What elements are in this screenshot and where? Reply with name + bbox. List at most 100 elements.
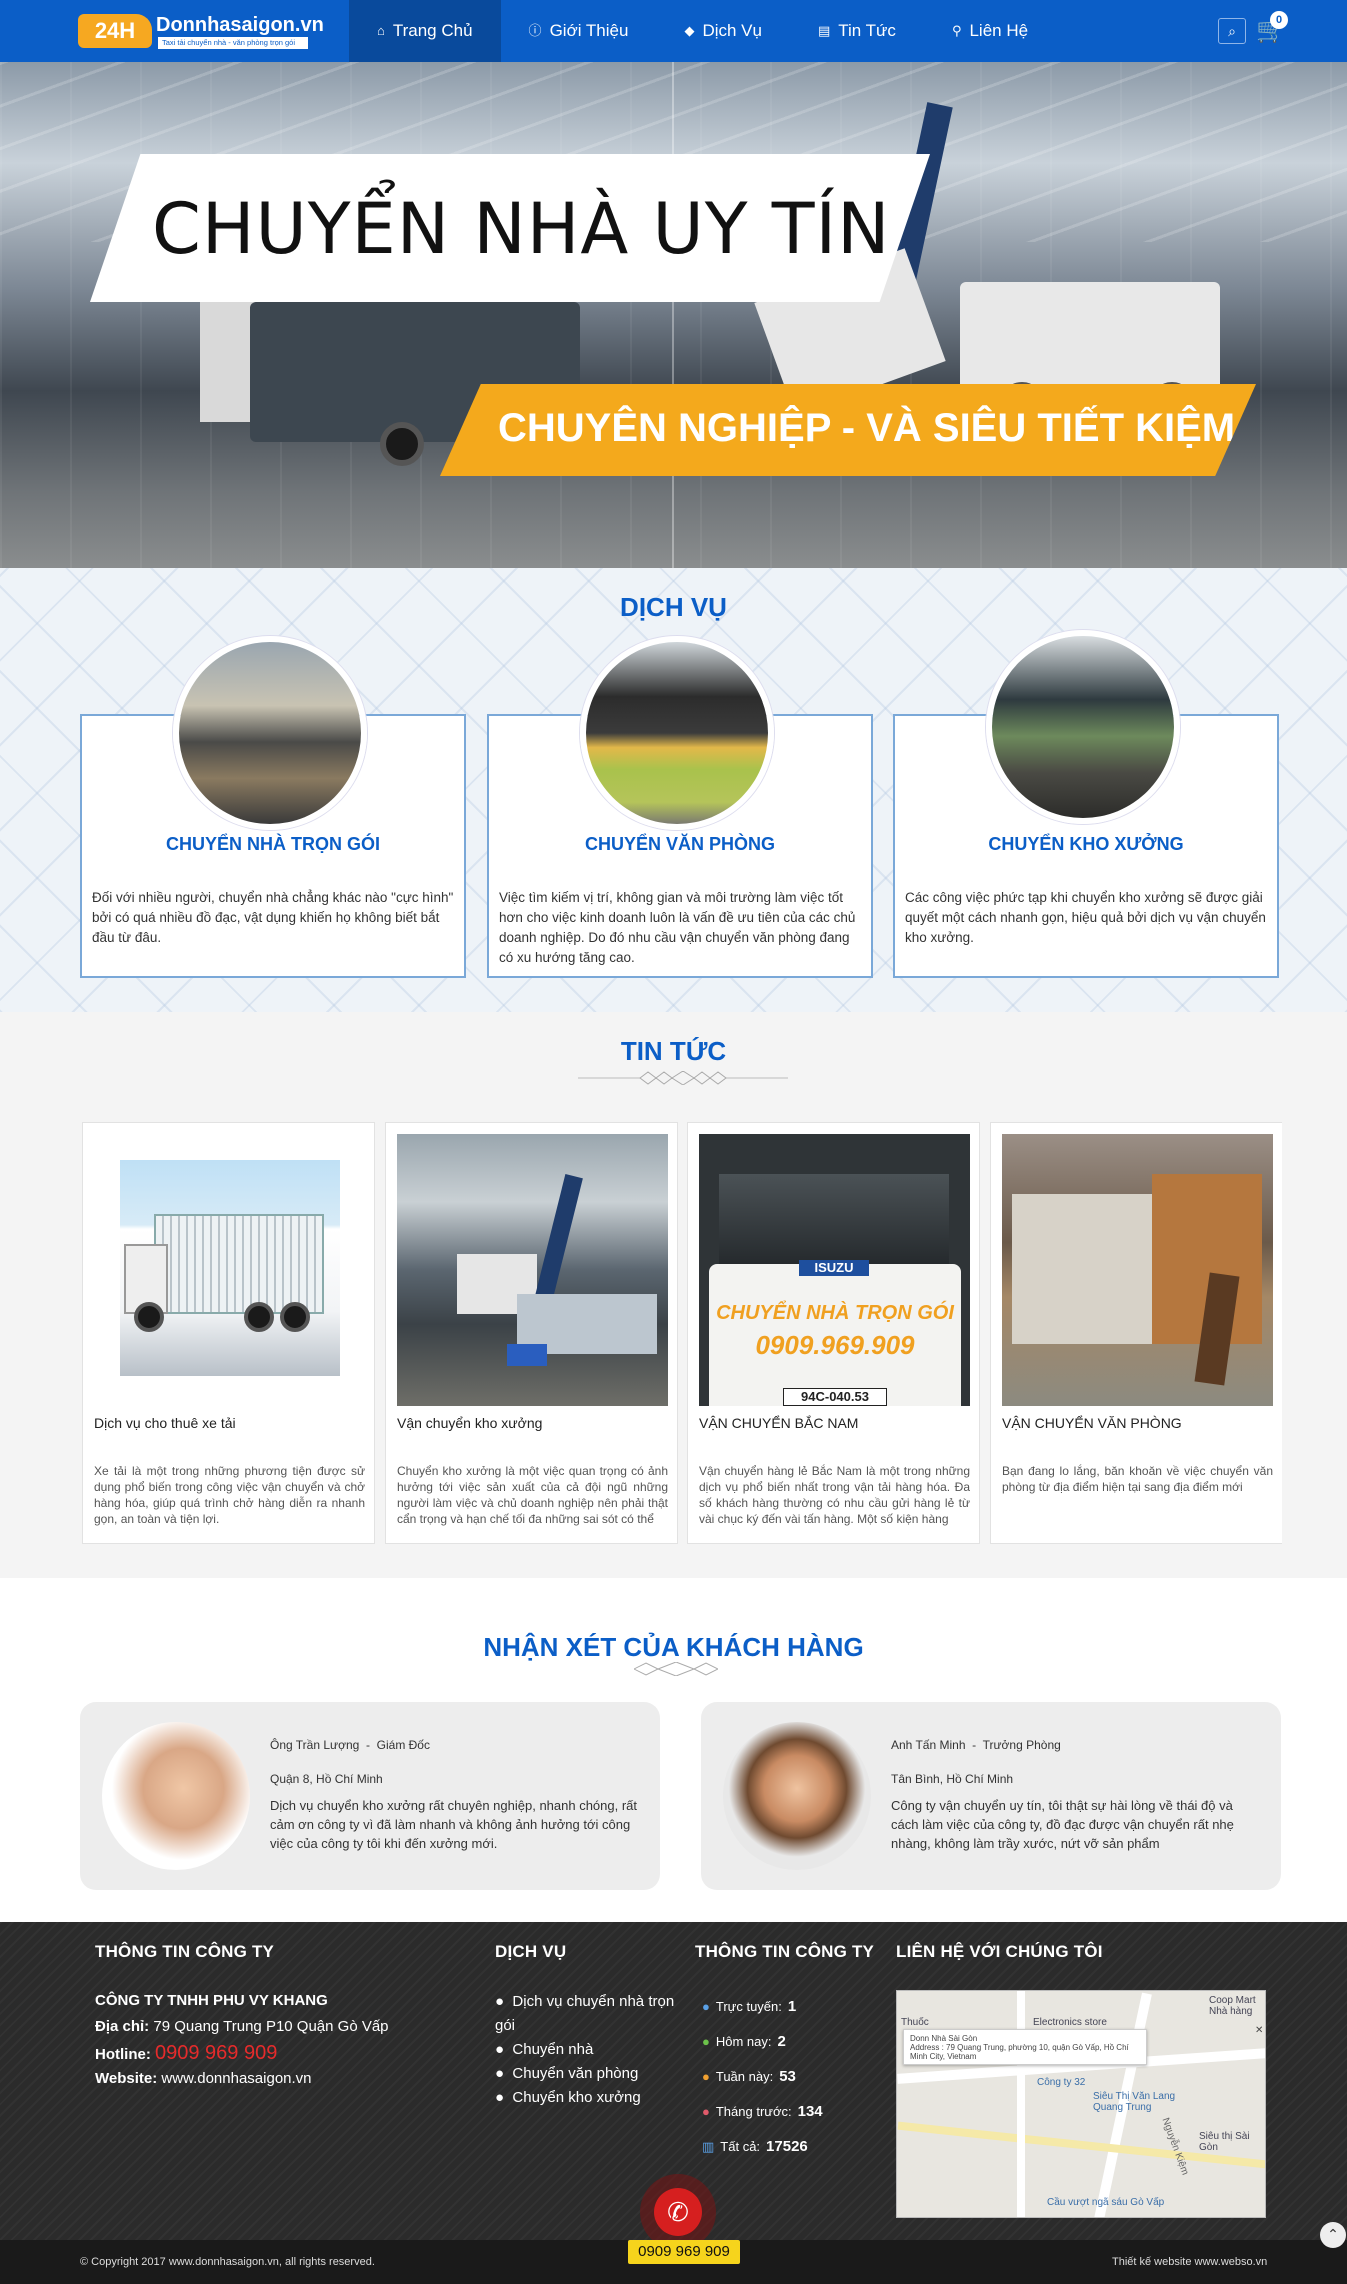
chevron-up-icon: ⌃ [1327, 2226, 1339, 2242]
tag-icon: ◆ [684, 23, 695, 38]
news-item-desc: Xe tải là một trong những phương tiện đư… [94, 1464, 365, 1526]
footer-service-link[interactable]: ● Dịch vụ chuyển nhà trọn gói [495, 1990, 675, 2038]
section-divider [634, 1662, 718, 1676]
service-card[interactable]: CHUYỂN VĂN PHÒNG Việc tìm kiếm vị trí, k… [487, 636, 873, 978]
news-title: TIN TỨC [620, 1036, 727, 1066]
hero-banner: CHUYỂN NHÀ UY TÍN CHUYÊN NGHIỆP - VÀ SIÊ… [0, 62, 1347, 568]
news-item-title[interactable]: Vận chuyển kho xưởng [397, 1415, 668, 1431]
news-icon: ▤ [817, 23, 831, 38]
review-text: Công ty vận chuyển uy tín, tôi thật sự h… [891, 1798, 1234, 1851]
map-info-popup: Donn Nhà Sài Gòn Address : 79 Quang Trun… [903, 2029, 1147, 2065]
news-item-title[interactable]: VẬN CHUYỂN BẮC NAM [699, 1415, 970, 1431]
hero-subtitle: CHUYÊN NGHIỆP - VÀ SIÊU TIẾT KIỆM [498, 406, 1236, 450]
company-website[interactable]: Website: www.donnhasaigon.vn [95, 2070, 312, 2087]
service-photo [173, 636, 367, 830]
truck-brand: ISUZU [799, 1260, 869, 1276]
photo-divider [672, 62, 674, 568]
map-popup-title: Donn Nhà Sài Gòn [910, 2034, 978, 2043]
phone-icon: ✆ [654, 2188, 702, 2236]
call-button[interactable]: ✆ [640, 2174, 716, 2250]
cart-count-badge: 0 [1270, 11, 1288, 29]
reviewer-location: Tân Bình, Hồ Chí Minh [891, 1772, 1014, 1786]
home-icon: ⌂ [377, 23, 385, 38]
service-name[interactable]: CHUYỂN VĂN PHÒNG [489, 834, 871, 855]
news-image: ISUZU CHUYỂN NHÀ TRỌN GÓI 0909.969.909 9… [699, 1134, 970, 1406]
company-hotline[interactable]: Hotline: 0909 969 909 [95, 2042, 277, 2065]
nav-label: Liên Hệ [969, 21, 1029, 40]
footer-service-link[interactable]: ● Chuyển văn phòng [495, 2062, 675, 2086]
nav-about[interactable]: ⓘ Giới Thiệu [501, 0, 657, 62]
services-title: DỊCH VỤ [620, 592, 727, 622]
logo[interactable]: 24H Donnhasaigon.vn Taxi tải chuyển nhà … [78, 12, 324, 50]
service-desc: Các công việc phức tạp khi chuyển kho xư… [905, 890, 1266, 945]
stat-week: ● Tuần này: 53 [702, 2068, 796, 2085]
nav-label: Dịch Vụ [702, 21, 762, 40]
news-image [1002, 1134, 1273, 1406]
scroll-to-top-button[interactable]: ⌃ [1320, 2222, 1346, 2248]
footer-contact-heading: LIÊN HỆ VỚI CHÚNG TÔI [896, 1942, 1103, 1961]
nav-services[interactable]: ◆ Dịch Vụ [656, 0, 790, 62]
news-item-title[interactable]: Dịch vụ cho thuê xe tải [94, 1415, 365, 1431]
logo-badge: 24H [78, 14, 152, 48]
close-icon[interactable]: ✕ [1255, 2025, 1263, 2036]
service-card[interactable]: CHUYỂN NHÀ TRỌN GÓI Đối với nhiều người,… [80, 636, 466, 978]
news-item-desc: Chuyển kho xưởng là một việc quan trọng … [397, 1464, 668, 1526]
news-card[interactable]: VẬN CHUYỂN VĂN PHÒNG Bạn đang lo lắng, b… [990, 1122, 1282, 1544]
map-label: Công ty 32 [1037, 2077, 1086, 2088]
info-icon: ⓘ [528, 23, 542, 38]
site-header: 24H Donnhasaigon.vn Taxi tải chuyển nhà … [0, 0, 1347, 62]
nav-home[interactable]: ⌂ Trang Chủ [349, 0, 501, 62]
footer-service-link[interactable]: ● Chuyển kho xưởng [495, 2086, 675, 2110]
user-icon: ● [702, 2034, 710, 2049]
nav-news[interactable]: ▤ Tin Tức [790, 0, 924, 62]
news-card[interactable]: Vận chuyển kho xưởng Chuyển kho xưởng là… [385, 1122, 678, 1544]
reviews-title: NHẬN XÉT CỦA KHÁCH HÀNG [483, 1632, 864, 1662]
truck-wheel [134, 1302, 164, 1332]
news-card[interactable]: ISUZU CHUYỂN NHÀ TRỌN GÓI 0909.969.909 9… [687, 1122, 980, 1544]
service-name[interactable]: CHUYỂN NHÀ TRỌN GÓI [82, 834, 464, 855]
company-address: Địa chỉ: 79 Quang Trung P10 Quận Gò Vấp [95, 2018, 389, 2035]
reviewer-location: Quận 8, Hồ Chí Minh [270, 1772, 383, 1786]
footer-service-link[interactable]: ● Chuyển nhà [495, 2038, 675, 2062]
truck-plate: 94C-040.53 [783, 1388, 887, 1406]
news-item-desc: Bạn đang lo lắng, băn khoăn về việc chuy… [1002, 1464, 1273, 1494]
search-button[interactable]: ⌕ [1218, 18, 1246, 44]
service-photo [580, 636, 774, 830]
call-number[interactable]: 0909 969 909 [628, 2240, 740, 2264]
user-icon: ● [702, 2069, 710, 2084]
truck-wheel [244, 1302, 274, 1332]
hero-title: CHUYỂN NHÀ UY TÍN [152, 188, 891, 270]
map-label: Siêu Thị Văn Lang Quang Trung [1093, 2091, 1176, 2113]
nav-contact[interactable]: ⚲ Liên Hệ [924, 0, 1056, 62]
review-card: Anh Tấn Minh - Trưởng Phòng Tân Bình, Hồ… [701, 1702, 1281, 1890]
stat-online: ● Trực tuyến: 1 [702, 1998, 797, 2015]
section-divider [578, 1071, 788, 1085]
company-name: CÔNG TY TNHH PHU VY KHANG [95, 1992, 328, 2009]
news-card[interactable]: Dịch vụ cho thuê xe tải Xe tải là một tr… [82, 1122, 375, 1544]
copyright-text: © Copyright 2017 www.donnhasaigon.vn, al… [80, 2256, 375, 2268]
google-map[interactable]: Thuốc Electronics store Coop Mart Nhà hà… [896, 1990, 1266, 2218]
logo-tagline: Taxi tải chuyển nhà - văn phòng trọn gói [158, 37, 308, 49]
map-label: Cầu vượt ngã sáu Gò Vấp [1047, 2197, 1165, 2208]
globe-icon: ● [702, 1999, 710, 2014]
hero-title-banner: CHUYỂN NHÀ UY TÍN [90, 154, 930, 302]
service-photo [986, 630, 1180, 824]
service-name[interactable]: CHUYỂN KHO XƯỞNG [895, 834, 1277, 855]
news-image [397, 1134, 668, 1406]
map-label: Nguyễn Kiệm [1159, 2116, 1191, 2177]
service-desc: Đối với nhiều người, chuyển nhà chẳng kh… [92, 890, 454, 945]
map-label: Thuốc [901, 2017, 929, 2028]
credit-link[interactable]: Thiết kế website www.webso.vn [1112, 2256, 1267, 2268]
hero-subtitle-banner: CHUYÊN NGHIỆP - VÀ SIÊU TIẾT KIỆM [440, 384, 1256, 476]
service-card[interactable]: CHUYỂN KHO XƯỞNG Các công việc phức tạp … [893, 630, 1279, 978]
reviewer-avatar [723, 1722, 871, 1870]
truck-phone: 0909.969.909 [755, 1330, 915, 1360]
stat-last-month: ● Tháng trước: 134 [702, 2103, 823, 2120]
news-image [94, 1134, 365, 1406]
footer-stats-heading: THÔNG TIN CÔNG TY [695, 1942, 875, 1961]
service-desc: Việc tìm kiếm vị trí, không gian và môi … [499, 890, 856, 965]
logo-name: Donnhasaigon.vn [156, 14, 324, 36]
footer-services-heading: DỊCH VỤ [495, 1942, 567, 1961]
news-item-title[interactable]: VẬN CHUYỂN VĂN PHÒNG [1002, 1415, 1273, 1431]
nav-label: Trang Chủ [392, 21, 473, 40]
